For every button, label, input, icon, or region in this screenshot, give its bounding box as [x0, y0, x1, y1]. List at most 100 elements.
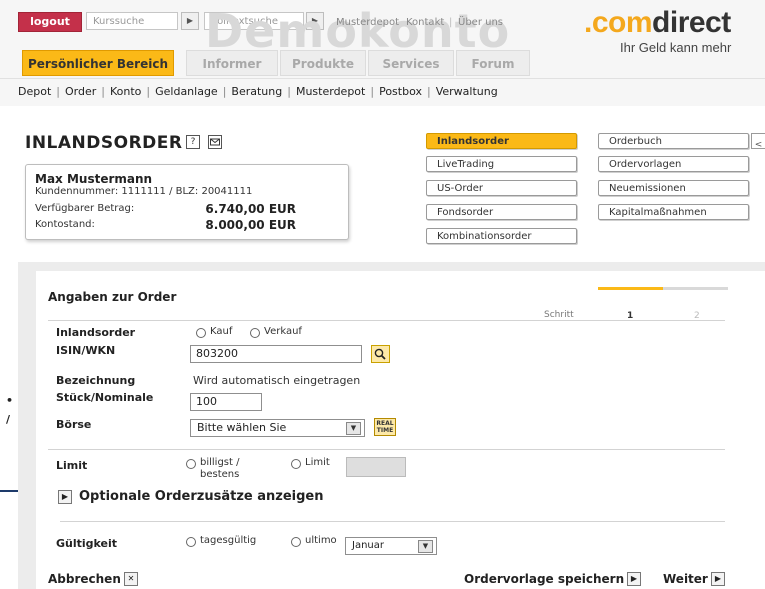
month-selected-value: Januar [352, 540, 384, 551]
page-title: INLANDSORDER [25, 133, 183, 153]
search-input[interactable]: Kurssuche [86, 12, 178, 30]
divider: | [222, 85, 227, 98]
optional-extras-toggle[interactable]: Optionale Orderzusätze anzeigen [79, 489, 323, 504]
next-arrow-icon[interactable]: ▶ [711, 572, 725, 586]
realtime-line-1: REAL [376, 420, 394, 427]
divider: | [426, 85, 431, 98]
exchange-select[interactable]: Bitte wählen Sie ▼ [190, 419, 365, 437]
subnav-depot[interactable]: Depot [18, 85, 51, 98]
name-value: Wird automatisch eingetragen [193, 374, 361, 387]
save-template-button[interactable]: Ordervorlage speichern [464, 572, 624, 586]
realtime-line-2: TIME [376, 427, 394, 434]
order-type-livetrading[interactable]: LiveTrading [426, 156, 577, 172]
envelope-icon [210, 138, 220, 146]
balance-label: Kontostand: [35, 219, 95, 230]
limit-price-label: Limit [305, 457, 330, 468]
save-arrow-icon[interactable]: ▶ [627, 572, 641, 586]
order-type-inlandsorder[interactable]: Inlandsorder [426, 133, 577, 149]
sub-navigation: Depot | Order | Konto | Geldanlage | Beratung | Mu… [0, 78, 765, 104]
search-icon[interactable] [371, 345, 390, 363]
sell-radio[interactable] [250, 328, 260, 338]
link-kontakt[interactable]: Kontakt [406, 17, 444, 28]
link-musterdepot[interactable]: Musterdepot [336, 17, 399, 28]
subnav-beratung[interactable]: Beratung [231, 85, 282, 98]
subnav-konto[interactable]: Konto [110, 85, 141, 98]
logo-slogan: Ihr Geld kann mehr [620, 40, 732, 55]
order-type-kombinationsorder[interactable]: Kombinationsorder [426, 228, 577, 244]
buy-label: Kauf [210, 326, 233, 337]
panel-collapse-tab[interactable]: < [751, 133, 765, 150]
customer-card: Max Mustermann Kundennummer: 1111111 / B… [25, 164, 349, 240]
divider: | [287, 85, 291, 98]
subnav-verwaltung[interactable]: Verwaltung [436, 85, 498, 98]
limit-market-label-1: billigst / [200, 457, 240, 468]
sell-label: Verkauf [264, 326, 302, 337]
validity-label: Gültigkeit [56, 537, 118, 550]
customer-name: Max Mustermann [35, 172, 153, 186]
help-icon[interactable]: ? [186, 135, 200, 149]
isin-field[interactable]: 803200 [190, 345, 362, 363]
order-type-label: Inlandsorder [56, 326, 136, 339]
tab-services[interactable]: Services [368, 50, 454, 76]
validity-ultimo-radio[interactable] [291, 537, 301, 547]
exchange-label: Börse [56, 418, 92, 431]
step-progress-fill [598, 287, 663, 290]
link-ueber-uns[interactable]: Über uns [458, 17, 503, 28]
margin-slash: / [6, 413, 11, 426]
divider: | [56, 85, 60, 98]
exchange-selected-value: Bitte wählen Sie [197, 421, 287, 434]
quantity-field[interactable]: 100 [190, 393, 262, 411]
tab-produkte[interactable]: Produkte [280, 50, 366, 76]
order-section-title: Angaben zur Order [48, 290, 177, 304]
validity-ultimo-label: ultimo [305, 535, 337, 546]
magnifier-icon [374, 348, 386, 360]
subnav-postbox[interactable]: Postbox [379, 85, 422, 98]
chevron-down-icon: ▼ [418, 540, 433, 553]
comdirect-logo[interactable]: .comdirect [584, 6, 731, 40]
order-type-fondsorder[interactable]: Fondsorder [426, 204, 577, 220]
subnav-musterdepot[interactable]: Musterdepot [296, 85, 365, 98]
month-select[interactable]: Januar ▼ [345, 537, 437, 555]
limit-label: Limit [56, 459, 88, 472]
available-value: 6.740,00 EUR [205, 202, 296, 216]
divider: | [370, 85, 375, 98]
realtime-icon[interactable]: REAL TIME [374, 418, 396, 436]
buy-radio[interactable] [196, 328, 206, 338]
section-divider [48, 320, 725, 321]
logo-dot: . [584, 6, 592, 39]
limit-market-radio[interactable] [186, 459, 196, 469]
tab-forum[interactable]: Forum [456, 50, 530, 76]
limit-price-field[interactable] [346, 457, 406, 477]
logo-com: com [591, 6, 653, 39]
chevron-down-icon: ▼ [346, 422, 361, 435]
subnav-order[interactable]: Order [65, 85, 96, 98]
divider: | [449, 17, 453, 28]
limit-market-label-2: bestens [200, 469, 240, 480]
logo-rest: direct [652, 6, 731, 39]
cancel-button[interactable]: Abbrechen [48, 572, 121, 586]
tab-informer[interactable]: Informer [186, 50, 278, 76]
expand-icon[interactable]: ▶ [58, 490, 72, 504]
quantity-label: Stück/Nominale [56, 391, 154, 404]
validity-day-radio[interactable] [186, 537, 196, 547]
orderbuch-button[interactable]: Orderbuch [598, 133, 749, 149]
close-icon[interactable]: ✕ [124, 572, 138, 586]
kapitalmassnahmen-button[interactable]: Kapitalmaßnahmen [598, 204, 749, 220]
order-type-us-order[interactable]: US-Order [426, 180, 577, 196]
limit-price-radio[interactable] [291, 459, 301, 469]
balance-value: 8.000,00 EUR [205, 218, 296, 232]
available-label: Verfügbarer Betrag: [35, 203, 135, 214]
margin-bullet: • [6, 394, 14, 407]
subnav-geldanlage[interactable]: Geldanlage [155, 85, 218, 98]
next-button[interactable]: Weiter [663, 572, 708, 586]
step-label: Schritt [544, 310, 574, 320]
search-go-button[interactable]: ▶ [181, 12, 199, 30]
name-label: Bezeichnung [56, 374, 136, 387]
neuemissionen-button[interactable]: Neuemissionen [598, 180, 749, 196]
section-divider [60, 521, 725, 522]
mail-icon[interactable] [208, 135, 222, 149]
tab-persoenlicher-bereich[interactable]: Persönlicher Bereich [22, 50, 174, 76]
logout-button[interactable]: logout [18, 12, 82, 32]
customer-number: Kundennummer: 1111111 / BLZ: 20041111 [35, 186, 253, 197]
ordervorlagen-button[interactable]: Ordervorlagen [598, 156, 749, 172]
